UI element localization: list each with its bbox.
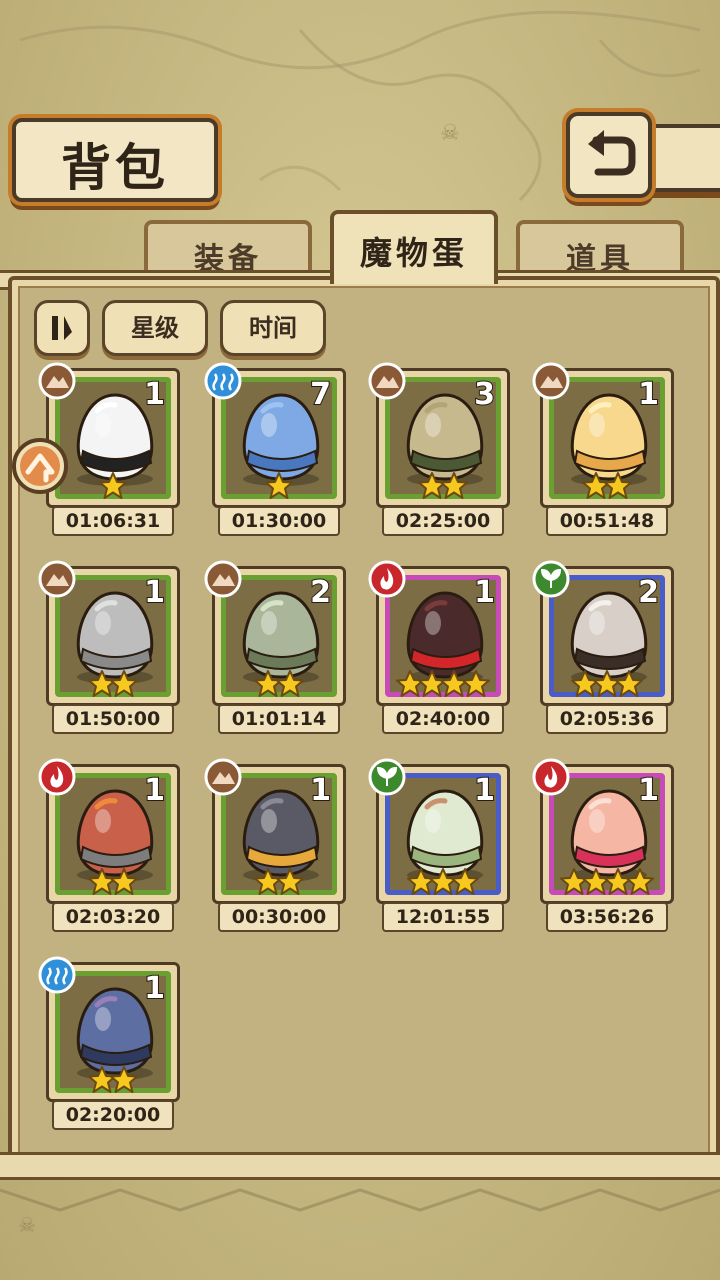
svg-text:☠: ☠: [440, 121, 460, 146]
back-arrow-icon: [588, 130, 636, 176]
earth-icon: [38, 362, 76, 400]
page-title-plate: 背包: [12, 118, 218, 202]
star-icon: [615, 670, 643, 697]
sort-by-star-button[interactable]: 星级: [102, 300, 208, 356]
svg-text:☠: ☠: [18, 1213, 36, 1237]
egg-count: 2: [637, 574, 660, 611]
egg-star-rating: [379, 867, 507, 897]
back-button[interactable]: [566, 112, 652, 198]
egg-hatch-timer: 02:20:00: [52, 1100, 174, 1130]
wood-icon: [368, 758, 406, 796]
egg-count: 1: [143, 376, 166, 413]
egg-count: 1: [637, 376, 660, 413]
star-icon: [604, 472, 632, 499]
star-icon: [626, 868, 654, 895]
egg-card[interactable]: 1 02:40:00: [368, 560, 510, 734]
egg-star-rating: [543, 471, 671, 501]
egg-star-rating: [49, 867, 177, 897]
earth-icon: [38, 560, 76, 598]
star-icon: [99, 472, 127, 499]
egg-star-rating: [49, 1065, 177, 1095]
hatch-shortcut-icon[interactable]: [10, 436, 70, 496]
egg-card[interactable]: 1 02:03:20: [38, 758, 180, 932]
egg-star-rating: [379, 669, 507, 699]
egg-hatch-timer: 03:56:26: [546, 902, 668, 932]
egg-hatch-timer: 02:03:20: [52, 902, 174, 932]
sort-order-toggle[interactable]: [34, 300, 90, 356]
egg-star-rating: [543, 669, 671, 699]
sort-by-time-button[interactable]: 时间: [220, 300, 326, 356]
egg-count: 1: [473, 574, 496, 611]
earth-icon: [532, 362, 570, 400]
egg-card[interactable]: 1 02:20:00: [38, 956, 180, 1130]
egg-count: 1: [143, 970, 166, 1007]
panel-bottom-rail: [0, 1152, 720, 1180]
egg-count: 1: [637, 772, 660, 809]
egg-count: 1: [473, 772, 496, 809]
egg-star-rating: [379, 471, 507, 501]
earth-icon: [204, 560, 242, 598]
earth-icon: [368, 362, 406, 400]
egg-count: 3: [473, 376, 496, 413]
star-icon: [265, 472, 293, 499]
star-icon: [110, 868, 138, 895]
water-icon: [38, 956, 76, 994]
egg-hatch-timer: 01:50:00: [52, 704, 174, 734]
egg-star-rating: [215, 867, 343, 897]
wood-icon: [532, 560, 570, 598]
egg-hatch-timer: 00:51:48: [546, 506, 668, 536]
egg-count: 1: [143, 772, 166, 809]
egg-star-rating: [49, 669, 177, 699]
egg-hatch-timer: 02:05:36: [546, 704, 668, 734]
tab-monster-eggs-label: 魔物蛋: [359, 234, 468, 272]
egg-star-rating: [215, 669, 343, 699]
star-icon: [110, 1066, 138, 1093]
egg-card[interactable]: 1 03:56:26: [532, 758, 674, 932]
egg-star-rating: [215, 471, 343, 501]
egg-count: 7: [309, 376, 332, 413]
star-icon: [440, 472, 468, 499]
sort-order-icon: [52, 316, 72, 340]
egg-hatch-timer: 01:06:31: [52, 506, 174, 536]
egg-card[interactable]: 3 02:25:00: [368, 362, 510, 536]
tab-monster-eggs[interactable]: 魔物蛋: [330, 210, 498, 284]
egg-card[interactable]: 2 01:01:14: [204, 560, 346, 734]
star-icon: [462, 670, 490, 697]
page-title: 背包: [61, 138, 169, 197]
egg-card[interactable]: 1 00:30:00: [204, 758, 346, 932]
star-icon: [276, 670, 304, 697]
egg-card[interactable]: 2 02:05:36: [532, 560, 674, 734]
egg-hatch-timer: 00:30:00: [218, 902, 340, 932]
egg-card[interactable]: 1 00:51:48: [532, 362, 674, 536]
egg-hatch-timer: 01:01:14: [218, 704, 340, 734]
water-icon: [204, 362, 242, 400]
egg-card[interactable]: 1 12:01:55: [368, 758, 510, 932]
egg-hatch-timer: 02:25:00: [382, 506, 504, 536]
egg-card[interactable]: 1 01:50:00: [38, 560, 180, 734]
egg-card[interactable]: 7 01:30:00: [204, 362, 346, 536]
star-icon: [451, 868, 479, 895]
fire-icon: [38, 758, 76, 796]
egg-count: 1: [143, 574, 166, 611]
egg-count: 1: [309, 772, 332, 809]
egg-count: 2: [309, 574, 332, 611]
egg-star-rating: [543, 867, 671, 897]
star-icon: [110, 670, 138, 697]
fire-icon: [532, 758, 570, 796]
back-button-rail: [648, 124, 720, 192]
egg-hatch-timer: 02:40:00: [382, 704, 504, 734]
egg-hatch-timer: 01:30:00: [218, 506, 340, 536]
egg-hatch-timer: 12:01:55: [382, 902, 504, 932]
star-icon: [276, 868, 304, 895]
earth-icon: [204, 758, 242, 796]
fire-icon: [368, 560, 406, 598]
